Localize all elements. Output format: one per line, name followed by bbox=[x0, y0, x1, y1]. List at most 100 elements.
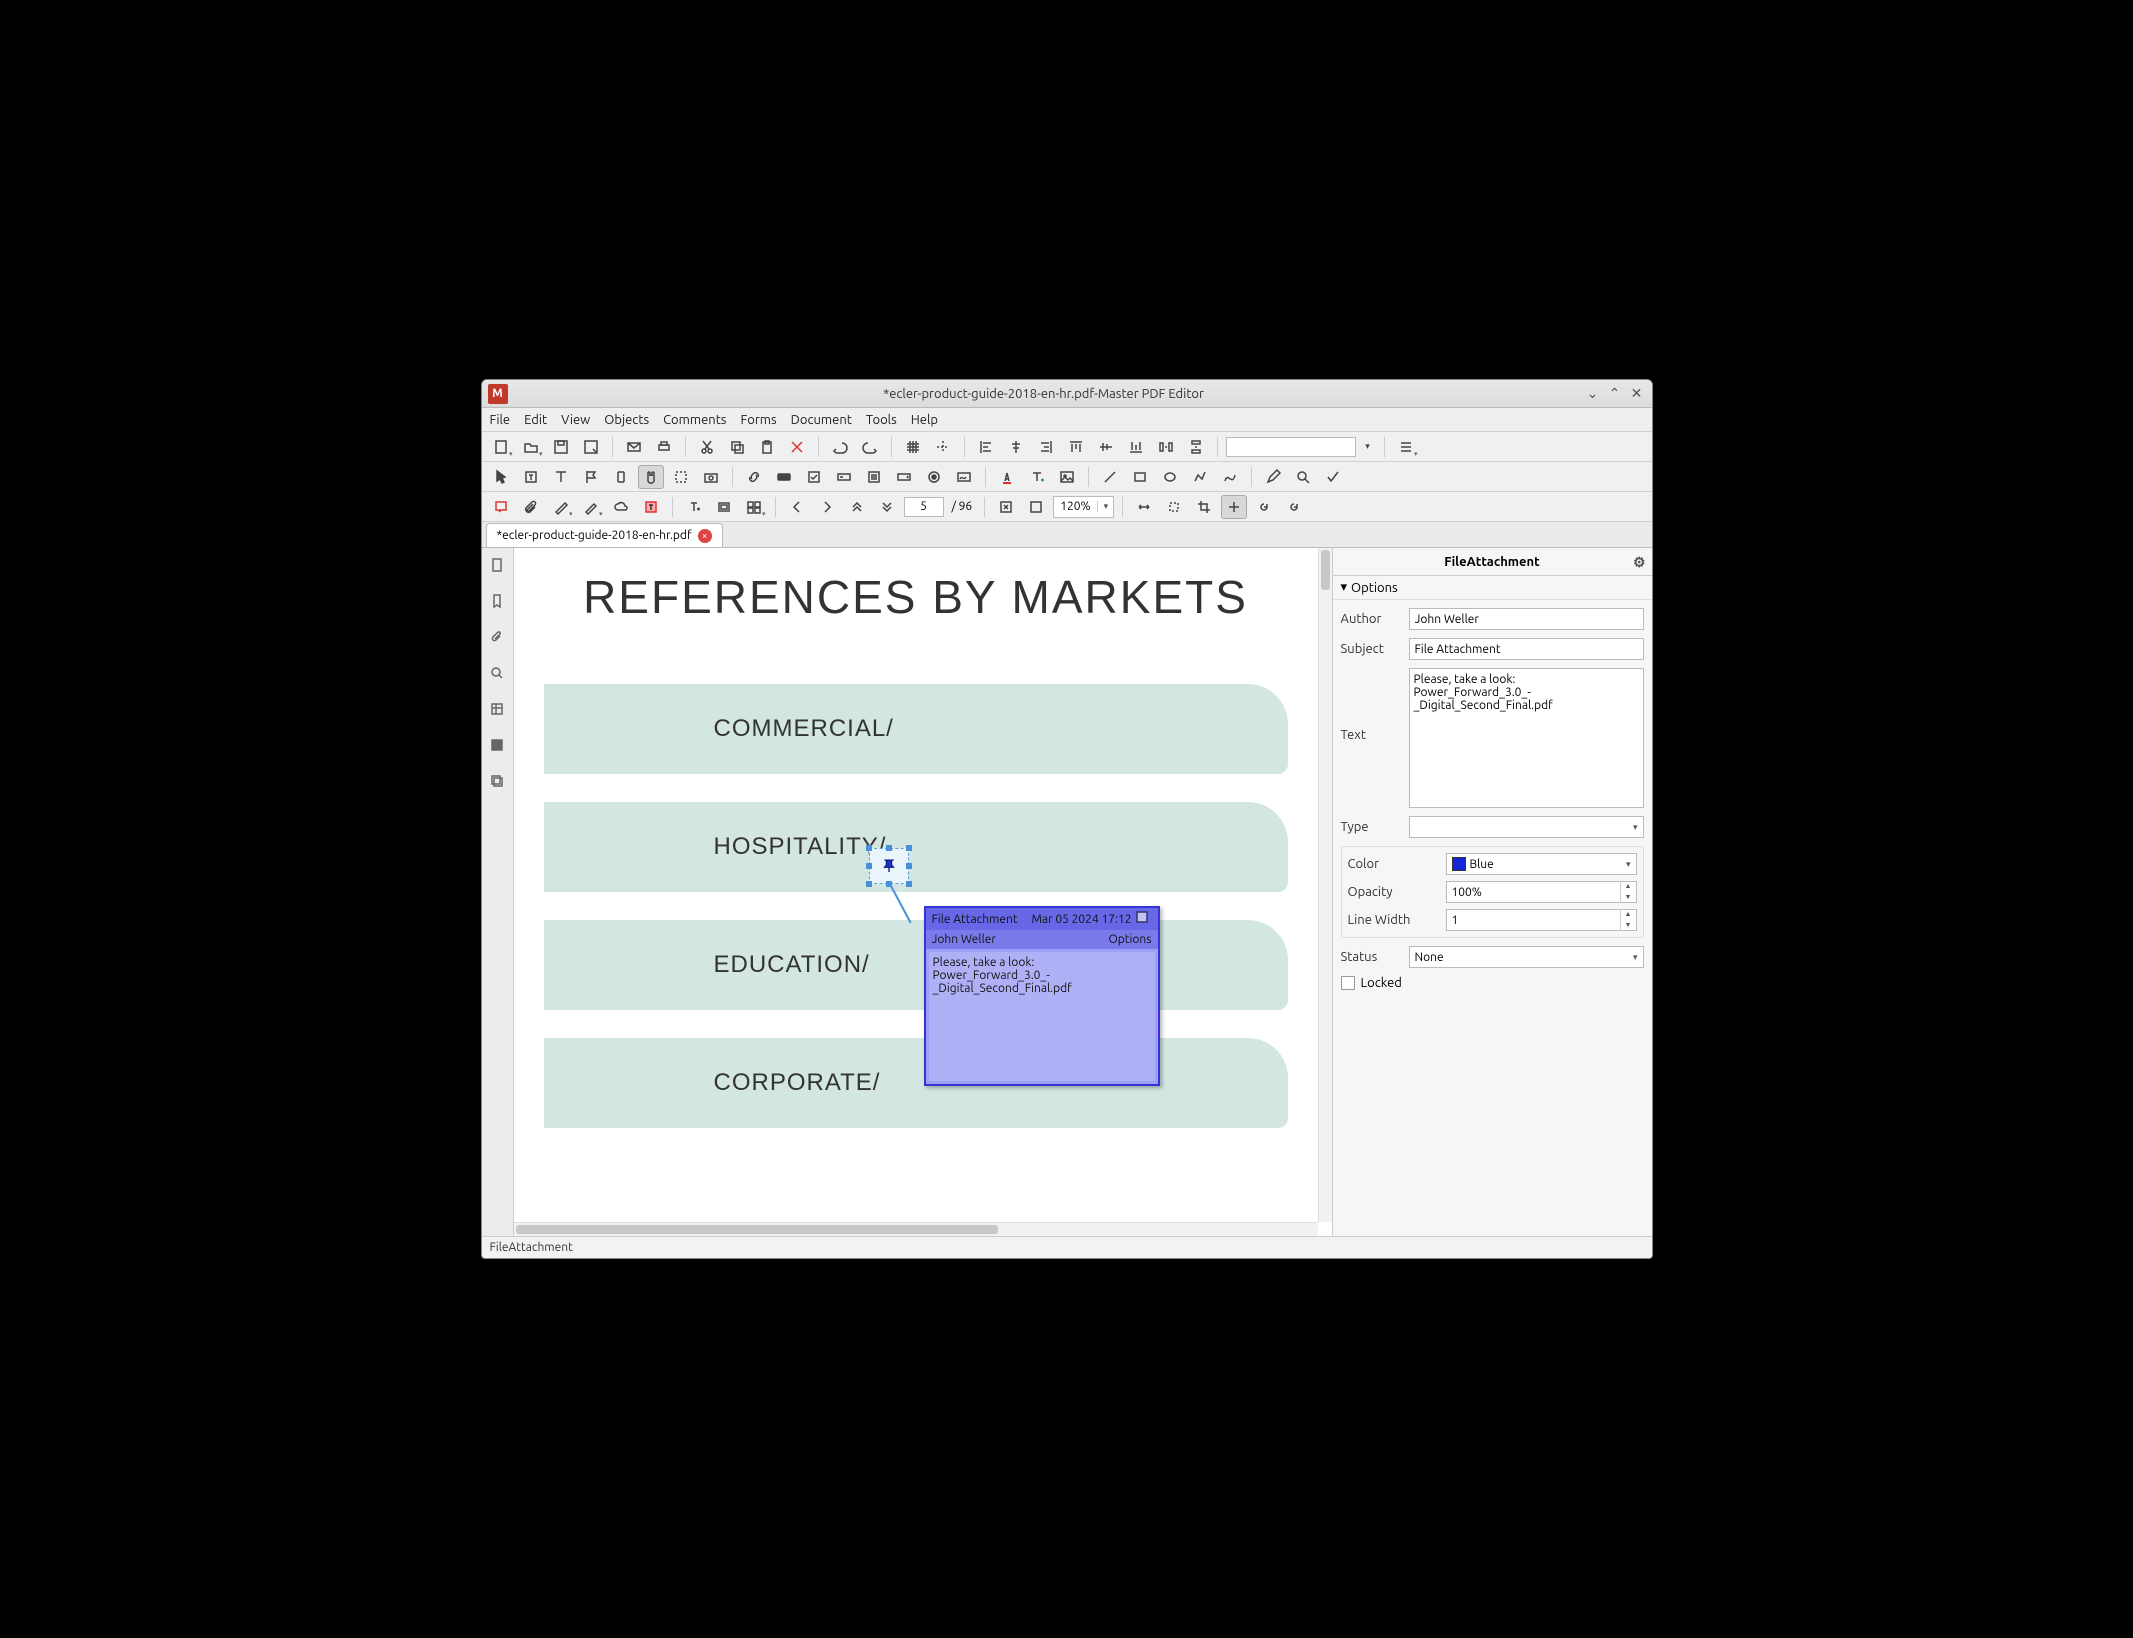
sidebar-pages-icon[interactable] bbox=[486, 554, 508, 576]
locked-checkbox[interactable]: Locked bbox=[1341, 976, 1644, 990]
note-icon[interactable] bbox=[488, 495, 514, 519]
minimize-button[interactable]: ⌄ bbox=[1584, 385, 1602, 403]
radio-field-icon[interactable] bbox=[921, 465, 947, 489]
fit-page-icon[interactable] bbox=[1023, 495, 1049, 519]
text-color-icon[interactable] bbox=[994, 465, 1020, 489]
prev-page-icon[interactable] bbox=[784, 495, 810, 519]
edit-text-icon[interactable] bbox=[548, 465, 574, 489]
grid-icon[interactable] bbox=[900, 435, 926, 459]
popup-body[interactable]: Please, take a look: Power_Forward_3.0_-… bbox=[929, 952, 1155, 1081]
align-top-icon[interactable] bbox=[1063, 435, 1089, 459]
new-doc-icon[interactable]: ▾ bbox=[488, 435, 514, 459]
subject-input[interactable] bbox=[1409, 638, 1644, 660]
horizontal-scrollbar[interactable] bbox=[514, 1222, 1318, 1236]
select-box-icon[interactable] bbox=[668, 465, 694, 489]
rotate-left-icon[interactable] bbox=[1251, 495, 1277, 519]
align-center-icon[interactable] bbox=[1003, 435, 1029, 459]
author-input[interactable] bbox=[1409, 608, 1644, 630]
save-icon[interactable] bbox=[548, 435, 574, 459]
ruler-h-icon[interactable] bbox=[1221, 495, 1247, 519]
search-input[interactable] bbox=[1226, 437, 1356, 457]
document-tab[interactable]: *ecler-product-guide-2018-en-hr.pdf × bbox=[486, 523, 723, 547]
textfield-icon[interactable] bbox=[831, 465, 857, 489]
check-icon[interactable] bbox=[1320, 465, 1346, 489]
vertical-scrollbar[interactable] bbox=[1318, 548, 1332, 1222]
copy-icon[interactable] bbox=[724, 435, 750, 459]
signature-field-icon[interactable] bbox=[951, 465, 977, 489]
snap-icon[interactable] bbox=[930, 435, 956, 459]
menu-file[interactable]: File bbox=[490, 413, 511, 427]
menu-view[interactable]: View bbox=[561, 413, 590, 427]
hand-icon[interactable] bbox=[638, 465, 664, 489]
menu-document[interactable]: Document bbox=[791, 413, 852, 427]
fit-width-icon[interactable] bbox=[1131, 495, 1157, 519]
cut-icon[interactable] bbox=[694, 435, 720, 459]
color-select[interactable]: Blue▾ bbox=[1446, 853, 1637, 875]
menu-comments[interactable]: Comments bbox=[663, 413, 726, 427]
maximize-button[interactable]: ⌃ bbox=[1606, 385, 1624, 403]
vertical-text-icon[interactable] bbox=[608, 465, 634, 489]
menu-forms[interactable]: Forms bbox=[740, 413, 776, 427]
pointer-icon[interactable] bbox=[488, 465, 514, 489]
text-select-icon[interactable] bbox=[518, 465, 544, 489]
highlighter-icon[interactable]: ▾ bbox=[548, 495, 574, 519]
status-select[interactable]: None▾ bbox=[1409, 946, 1644, 968]
stamps-icon[interactable]: ▾ bbox=[741, 495, 767, 519]
search-dd-icon[interactable]: ▾ bbox=[1360, 435, 1376, 459]
page-input[interactable] bbox=[904, 497, 944, 517]
rotate-right-icon[interactable] bbox=[1281, 495, 1307, 519]
button-field-icon[interactable] bbox=[771, 465, 797, 489]
next-page-icon[interactable] bbox=[814, 495, 840, 519]
redo-icon[interactable] bbox=[857, 435, 883, 459]
sidebar-bookmarks-icon[interactable] bbox=[486, 590, 508, 612]
panel-section-toggle[interactable]: ▾ Options bbox=[1333, 576, 1652, 600]
combobox-icon[interactable] bbox=[891, 465, 917, 489]
actual-size-icon[interactable] bbox=[993, 495, 1019, 519]
zoom-select[interactable]: 120%▾ bbox=[1053, 496, 1113, 518]
close-window-button[interactable]: ✕ bbox=[1628, 385, 1646, 403]
menu-edit[interactable]: Edit bbox=[524, 413, 547, 427]
open-icon[interactable]: ▾ bbox=[518, 435, 544, 459]
add-text-icon[interactable] bbox=[1024, 465, 1050, 489]
cloud-icon[interactable] bbox=[608, 495, 634, 519]
menu-help[interactable]: Help bbox=[911, 413, 938, 427]
polyline-icon[interactable] bbox=[1187, 465, 1213, 489]
sidebar-attachments-icon[interactable] bbox=[486, 626, 508, 648]
sidebar-layers-icon[interactable] bbox=[486, 770, 508, 792]
distribute-v-icon[interactable] bbox=[1183, 435, 1209, 459]
attachment-icon[interactable] bbox=[518, 495, 544, 519]
align-left-icon[interactable] bbox=[973, 435, 999, 459]
undo-icon[interactable] bbox=[827, 435, 853, 459]
sidebar-thumbs-icon[interactable] bbox=[486, 734, 508, 756]
crop-icon[interactable] bbox=[1191, 495, 1217, 519]
checkbox-field-icon[interactable] bbox=[801, 465, 827, 489]
menu-objects[interactable]: Objects bbox=[604, 413, 649, 427]
menu-tools[interactable]: Tools bbox=[866, 413, 897, 427]
print-icon[interactable] bbox=[651, 435, 677, 459]
first-page-icon[interactable] bbox=[844, 495, 870, 519]
file-attachment-pin[interactable] bbox=[869, 848, 909, 884]
align-bottom-icon[interactable] bbox=[1123, 435, 1149, 459]
email-icon[interactable] bbox=[621, 435, 647, 459]
popup-options[interactable]: Options bbox=[1108, 933, 1151, 946]
magnify-icon[interactable] bbox=[1290, 465, 1316, 489]
insert-text-icon[interactable] bbox=[681, 495, 707, 519]
sidebar-search-icon[interactable] bbox=[486, 662, 508, 684]
paste-icon[interactable] bbox=[754, 435, 780, 459]
linewidth-input[interactable]: 1▲▼ bbox=[1446, 909, 1637, 931]
sidebar-fields-icon[interactable] bbox=[486, 698, 508, 720]
tab-close-icon[interactable]: × bbox=[698, 529, 712, 543]
rect-icon[interactable] bbox=[1127, 465, 1153, 489]
distribute-h-icon[interactable] bbox=[1153, 435, 1179, 459]
ellipse-icon[interactable] bbox=[1157, 465, 1183, 489]
flag-icon[interactable] bbox=[578, 465, 604, 489]
delete-icon[interactable] bbox=[784, 435, 810, 459]
link-icon[interactable] bbox=[741, 465, 767, 489]
pencil-icon[interactable]: ▾ bbox=[578, 495, 604, 519]
text-highlight-icon[interactable] bbox=[638, 495, 664, 519]
pen-edit-icon[interactable] bbox=[1260, 465, 1286, 489]
text-input[interactable] bbox=[1409, 668, 1644, 808]
stamp-icon[interactable] bbox=[711, 495, 737, 519]
align-right-icon[interactable] bbox=[1033, 435, 1059, 459]
align-middle-icon[interactable] bbox=[1093, 435, 1119, 459]
